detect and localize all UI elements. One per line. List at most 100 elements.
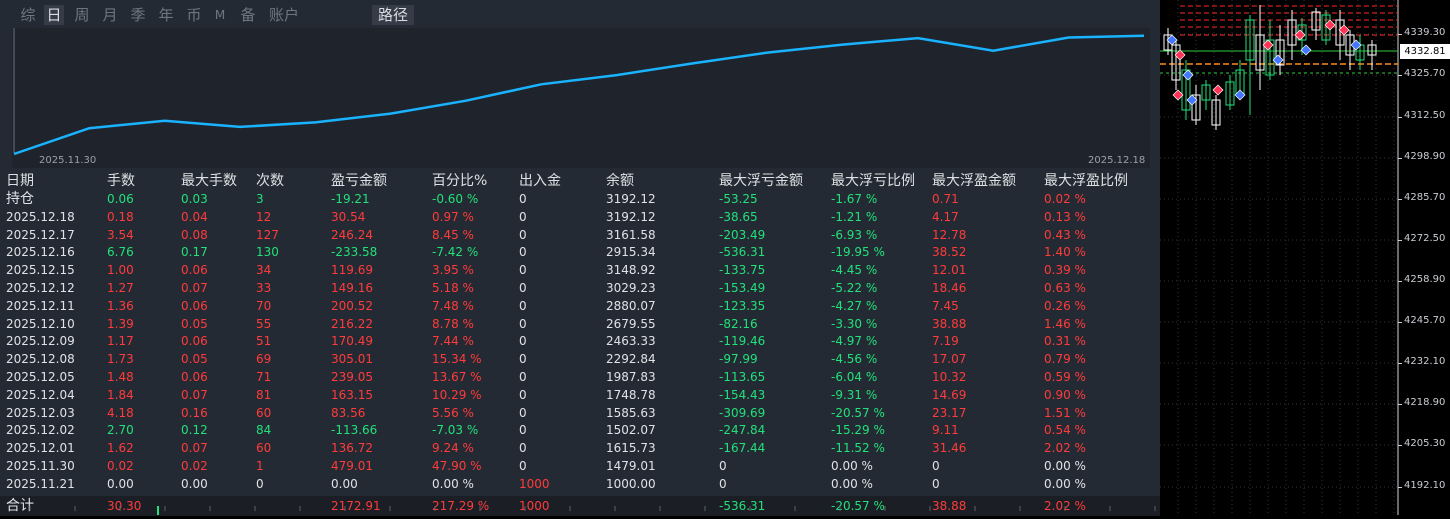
table-cell: 1.46 % — [1044, 316, 1086, 333]
current-price-label: 4332.81 — [1400, 44, 1450, 59]
price-label: 4245.70 — [1404, 315, 1445, 326]
table-row: 2025.12.111.360.0670200.527.48 %02880.07… — [0, 298, 1160, 315]
header-cell: 最大手数 — [181, 171, 237, 191]
table-cell: 2025.12.18 — [6, 209, 75, 226]
tab-8[interactable]: 备 — [238, 5, 258, 25]
table-cell: 3161.58 — [606, 227, 656, 244]
table-cell: 38.52 — [932, 244, 966, 261]
table-cell: 127 — [256, 227, 279, 244]
table-cell: -1.21 % — [831, 209, 877, 226]
table-cell: 2025.12.11 — [6, 298, 75, 315]
curve-end-date: 2025.12.18 — [1088, 155, 1145, 166]
tab-1[interactable]: 日 — [44, 5, 64, 25]
table-cell: 4.17 — [932, 209, 959, 226]
price-tick — [1398, 240, 1402, 241]
table-cell: 0.12 — [181, 422, 208, 439]
table-row: 2025.12.151.000.0634119.693.95 %03148.92… — [0, 262, 1160, 279]
tab-4[interactable]: 季 — [128, 5, 148, 25]
price-tick — [1398, 404, 1402, 405]
table-cell: 1000.00 — [606, 476, 656, 493]
table-cell: 0 — [519, 458, 527, 475]
table-cell: 2025.12.09 — [6, 333, 75, 350]
table-row: 2025.12.011.620.0760136.729.24 %01615.73… — [0, 440, 1160, 457]
tab-0[interactable]: 综 — [18, 5, 38, 25]
table-cell: 0 — [719, 476, 727, 493]
price-tick — [1398, 281, 1402, 282]
table-cell: 0.06 — [107, 191, 134, 208]
table-cell: 1.27 — [107, 280, 134, 297]
table-cell: 0.13 % — [1044, 209, 1086, 226]
table-cell: -82.16 — [719, 316, 758, 333]
table-cell: 6.76 — [107, 244, 134, 261]
table-cell: -3.30 % — [831, 316, 877, 333]
table-row: 2025.12.173.540.08127246.248.45 %03161.5… — [0, 227, 1160, 244]
tab-9[interactable]: 账户 — [264, 5, 304, 25]
time-axis — [0, 506, 1160, 515]
table-cell: -233.58 — [331, 244, 377, 261]
table-cell: 1.39 — [107, 316, 134, 333]
table-cell: 30.54 — [331, 209, 365, 226]
table-cell: 2025.12.16 — [6, 244, 75, 261]
table-row: 2025.12.091.170.0651170.497.44 %02463.33… — [0, 333, 1160, 350]
period-tabs: 综日周月季年币M备账户 路径 — [0, 0, 1160, 28]
table-cell: 69 — [256, 351, 271, 368]
table-cell: 2880.07 — [606, 298, 656, 315]
table-cell: -4.56 % — [831, 351, 877, 368]
table-cell: -97.99 — [719, 351, 758, 368]
table-cell: 1.73 — [107, 351, 134, 368]
table-cell: 0 — [519, 298, 527, 315]
table-cell: 8.45 % — [432, 227, 474, 244]
table-cell: 10.32 — [932, 369, 966, 386]
table-cell: 12.78 — [932, 227, 966, 244]
table-cell: 119.69 — [331, 262, 373, 279]
tab-10[interactable]: 路径 — [372, 5, 414, 25]
table-cell: -203.49 — [719, 227, 765, 244]
table-cell: 0.97 % — [432, 209, 474, 226]
table-cell: 2025.12.08 — [6, 351, 75, 368]
table-cell: 0.79 % — [1044, 351, 1086, 368]
price-label: 4218.90 — [1404, 397, 1445, 408]
equity-curve-svg — [12, 28, 1150, 168]
table-cell: 60 — [256, 405, 271, 422]
table-cell: 7.44 % — [432, 333, 474, 350]
table-cell: 5.56 % — [432, 405, 474, 422]
header-cell: 最大浮盈比例 — [1044, 171, 1128, 191]
table-cell: 12 — [256, 209, 271, 226]
table-cell: 1 — [256, 458, 264, 475]
price-axis: 4339.304325.704312.504298.904285.704272.… — [1398, 0, 1450, 515]
table-cell: 0.00 — [107, 476, 134, 493]
table-cell: 0 — [519, 227, 527, 244]
tab-2[interactable]: 周 — [72, 5, 92, 25]
table-cell: 2025.12.12 — [6, 280, 75, 297]
table-cell: -19.95 % — [831, 244, 885, 261]
table-cell: -153.49 — [719, 280, 765, 297]
table-cell: 0.02 % — [1044, 191, 1086, 208]
tab-5[interactable]: 年 — [156, 5, 176, 25]
table-cell: 130 — [256, 244, 279, 261]
table-cell: 0.00 % — [831, 476, 873, 493]
price-tick — [1398, 75, 1402, 76]
header-cell: 最大浮亏比例 — [831, 171, 915, 191]
table-cell: 479.01 — [331, 458, 373, 475]
table-cell: 0 — [519, 280, 527, 297]
table-cell: 0.06 — [181, 369, 208, 386]
tab-6[interactable]: 币 — [184, 5, 204, 25]
table-cell: 0.07 — [181, 440, 208, 457]
tab-3[interactable]: 月 — [100, 5, 120, 25]
table-cell: 1.62 — [107, 440, 134, 457]
price-label: 4272.50 — [1404, 233, 1445, 244]
trade-marker — [1213, 85, 1223, 95]
table-cell: 8.78 % — [432, 316, 474, 333]
table-cell: 0.71 — [932, 191, 959, 208]
table-cell: -119.46 — [719, 333, 765, 350]
tab-7[interactable]: M — [212, 5, 228, 25]
header-cell: 次数 — [256, 171, 284, 191]
table-cell: 0.26 % — [1044, 298, 1086, 315]
table-cell: -7.42 % — [432, 244, 478, 261]
table-cell: 4.18 — [107, 405, 134, 422]
table-cell: 34 — [256, 262, 271, 279]
table-cell: 0 — [519, 209, 527, 226]
header-cell: 最大浮亏金额 — [719, 171, 803, 191]
table-cell: 0.07 — [181, 387, 208, 404]
table-cell: 0.00 % — [831, 458, 873, 475]
